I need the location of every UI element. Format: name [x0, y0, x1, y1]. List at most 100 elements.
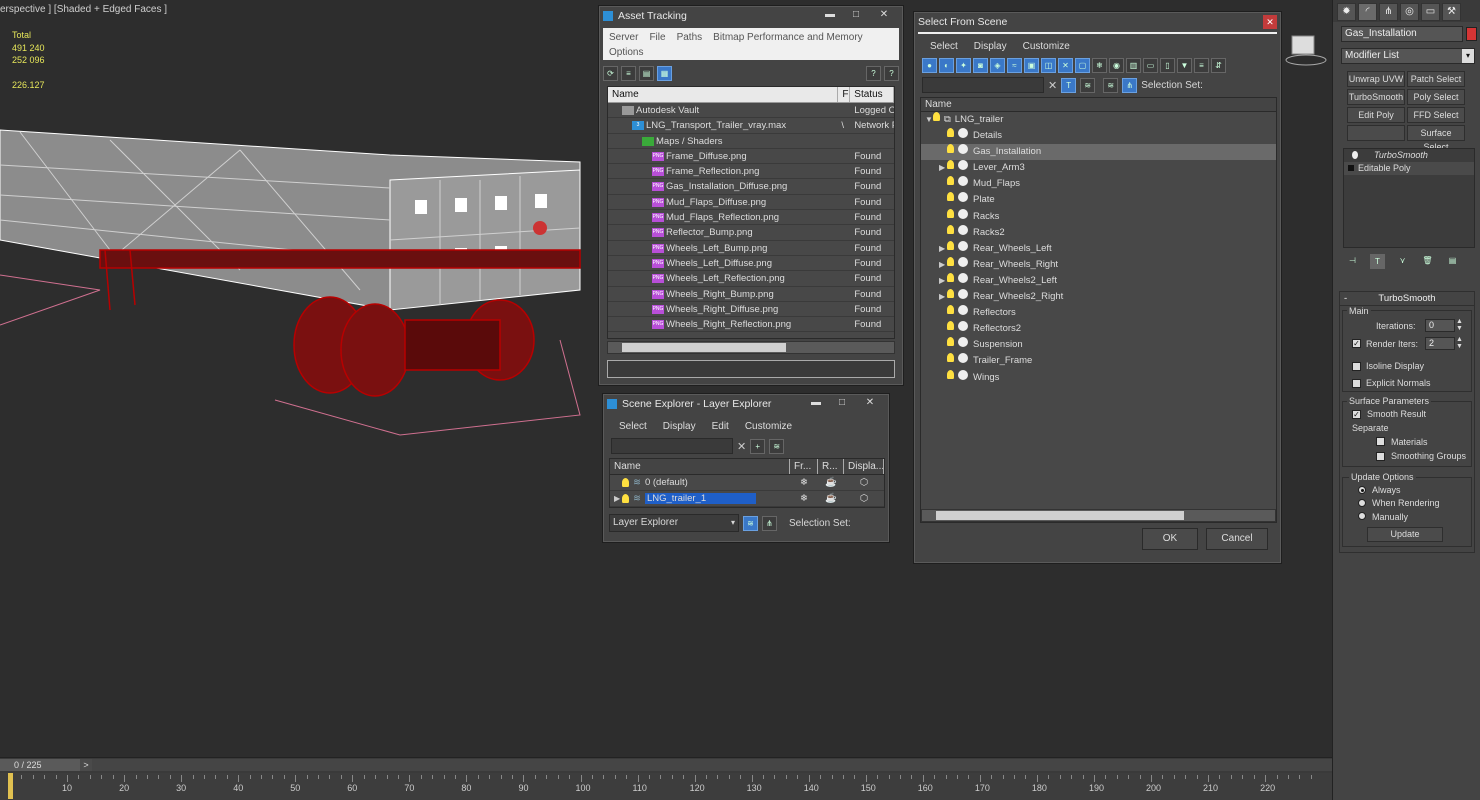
frame-ruler[interactable]: 10 20 30 40 50 60 70 80 90 100 110 120 130 140 150 160 1… [0, 773, 1332, 800]
layer-explorer-titlebar[interactable]: Scene Explorer - Layer Explorer ▬ □ ✕ [603, 394, 889, 414]
display-spacewarps-icon[interactable]: ≈ [1007, 58, 1022, 73]
asset-row[interactable]: PNG Wheels_Right_Diffuse.png Found [608, 302, 894, 318]
lightbulb-icon[interactable] [1352, 151, 1358, 159]
hierarchy-icon[interactable]: ⋔ [1122, 77, 1138, 93]
next-frame-button[interactable]: > [80, 759, 92, 771]
scene-object-row[interactable]: Racks [921, 208, 1276, 225]
display-geometry-icon[interactable]: ● [922, 58, 937, 73]
lightbulb-icon[interactable] [947, 353, 954, 363]
asset-tracking-titlebar[interactable]: Asset Tracking ▬ □ ✕ [599, 6, 903, 26]
clear-search-icon[interactable]: ✕ [737, 440, 746, 453]
asset-row[interactable]: PNG Wheels_Left_Diffuse.png Found [608, 256, 894, 272]
layers-icon[interactable]: ≋ [743, 515, 758, 531]
pin-stack-icon[interactable]: ⊣ [1345, 254, 1360, 269]
scene-object-row[interactable]: ▶ Rear_Wheels_Left [921, 240, 1276, 257]
hierarchy-tab-icon[interactable]: ⋔ [1379, 3, 1398, 21]
expand-arrow-icon[interactable] [939, 209, 947, 225]
select-children-icon[interactable]: ≋ [1080, 77, 1096, 93]
layer-row[interactable]: ▶ ≋ LNG_trailer_1 ❄ ☕ ⬡ [610, 491, 884, 507]
menu-select[interactable]: Select [930, 39, 958, 54]
maximize-button[interactable]: □ [829, 395, 855, 411]
lightbulb-icon[interactable] [947, 321, 954, 331]
expand-arrow-icon[interactable] [939, 353, 947, 369]
lightbulb-icon[interactable] [947, 160, 954, 170]
expand-arrow-icon[interactable]: ▶ [939, 160, 947, 176]
menu-edit[interactable]: Edit [712, 419, 729, 434]
lightbulb-icon[interactable] [947, 192, 954, 202]
scroll-thumb[interactable] [936, 511, 1184, 520]
modify-tab-icon[interactable]: ◜ [1358, 3, 1377, 21]
viewcube-icon[interactable] [1284, 32, 1328, 68]
select-from-scene-window[interactable]: Select From Scene ✕ Select Display Custo… [913, 11, 1282, 564]
selection-set-icon[interactable]: ≋ [1103, 77, 1119, 93]
smoothing-groups-checkbox[interactable] [1376, 452, 1385, 461]
scene-object-row[interactable]: Suspension [921, 337, 1276, 353]
lightbulb-icon[interactable] [622, 493, 629, 503]
lightbulb-icon[interactable] [947, 272, 954, 282]
display-all-icon[interactable]: ▥ [1126, 58, 1141, 73]
column-f[interactable]: F [838, 87, 851, 102]
new-layer-icon[interactable]: + [750, 438, 766, 454]
edit-poly-button[interactable]: Edit Poly [1347, 107, 1405, 123]
poly-select-button[interactable]: Poly Select [1407, 89, 1465, 105]
display-bones-icon[interactable]: ✕ [1058, 58, 1073, 73]
asset-row[interactable]: PNG Wheels_Right_Bump.png Found [608, 287, 894, 302]
layer-explorer-window[interactable]: Scene Explorer - Layer Explorer ▬ □ ✕ Se… [602, 393, 890, 543]
lightbulb-icon[interactable] [947, 144, 954, 154]
iterations-spinner[interactable]: 0 [1425, 319, 1455, 332]
stack-item-editable-poly[interactable]: Editable Poly [1344, 162, 1474, 175]
display-groups-icon[interactable]: ▣ [1024, 58, 1039, 73]
object-color-swatch[interactable] [1466, 27, 1477, 41]
layer-explorer-dropdown[interactable]: Layer Explorer ▾ [609, 514, 739, 532]
lightbulb-icon[interactable] [947, 337, 954, 347]
smooth-result-checkbox[interactable]: ✓ [1352, 410, 1361, 419]
asset-row[interactable]: PNG Gas_Installation_Diffuse.png Found [608, 179, 894, 195]
always-radio[interactable] [1358, 486, 1366, 494]
isoline-display-checkbox[interactable] [1352, 362, 1361, 371]
freeze-icon[interactable]: ❄ [790, 475, 818, 490]
display-frozen-icon[interactable]: ❄ [1092, 58, 1107, 73]
modifier-list-dropdown[interactable]: Modifier List ▾ [1341, 48, 1475, 64]
lightbulb-icon[interactable] [947, 208, 954, 218]
remove-modifier-icon[interactable]: 🗑 [1420, 254, 1435, 269]
expand-arrow-icon[interactable]: ▶ [939, 257, 947, 273]
object-name-field[interactable]: Gas_Installation [1341, 26, 1463, 42]
find-case-icon[interactable]: T [1061, 77, 1077, 93]
scene-search-input[interactable] [922, 77, 1044, 93]
scene-object-row[interactable]: ▶ Rear_Wheels_Right [921, 256, 1276, 273]
patch-select-button[interactable]: Patch Select [1407, 71, 1465, 87]
current-frame-marker[interactable] [8, 773, 13, 799]
column-display[interactable]: Displa... [844, 459, 884, 474]
scroll-thumb[interactable] [622, 343, 786, 352]
collapse-arrow-icon[interactable]: ▼ [925, 112, 933, 128]
turbosmooth-button[interactable]: TurboSmooth [1347, 89, 1405, 105]
scene-object-row[interactable]: Wings [921, 369, 1276, 386]
scene-object-row[interactable]: Details [921, 128, 1276, 144]
lightbulb-icon[interactable] [933, 112, 940, 121]
asset-row[interactable]: PNG Frame_Diffuse.png Found [608, 149, 894, 165]
display-helpers-icon[interactable]: ◈ [990, 58, 1005, 73]
menu-server[interactable]: Server [609, 30, 638, 45]
make-unique-icon[interactable]: ⋎ [1395, 254, 1410, 269]
display-box-icon[interactable]: ⬡ [844, 475, 884, 490]
menu-customize[interactable]: Customize [745, 419, 792, 434]
time-slider[interactable]: 0 / 225 [0, 759, 80, 771]
when-rendering-radio[interactable] [1358, 499, 1366, 507]
utilities-tab-icon[interactable]: ⚒ [1442, 3, 1461, 21]
rollout-header[interactable]: - TurboSmooth [1340, 292, 1474, 306]
hierarchy-icon[interactable]: ⋔ [762, 515, 777, 531]
scene-object-row[interactable]: ▶ Rear_Wheels2_Right [921, 289, 1276, 305]
expand-arrow-icon[interactable] [939, 225, 947, 241]
menu-display[interactable]: Display [974, 39, 1007, 54]
layer-row[interactable]: ≋ 0 (default) ❄ ☕ ⬡ [610, 475, 884, 491]
layer-search-input[interactable] [611, 438, 733, 454]
asset-row[interactable]: PNG Wheels_Right_Reflection.png Found [608, 317, 894, 333]
explicit-normals-checkbox[interactable] [1352, 379, 1361, 388]
motion-tab-icon[interactable]: ◎ [1400, 3, 1419, 21]
asset-tracking-window[interactable]: Asset Tracking ▬ □ ✕ Server File Paths B… [598, 5, 904, 386]
add-to-layer-icon[interactable]: ≋ [769, 438, 785, 454]
asset-row[interactable]: PNG Reflector_Bump.png Found [608, 225, 894, 241]
scene-object-row[interactable]: ▶ Lever_Arm3 [921, 160, 1276, 176]
render-iters-spinner[interactable]: 2 [1425, 337, 1455, 350]
update-button[interactable]: Update [1367, 527, 1443, 542]
